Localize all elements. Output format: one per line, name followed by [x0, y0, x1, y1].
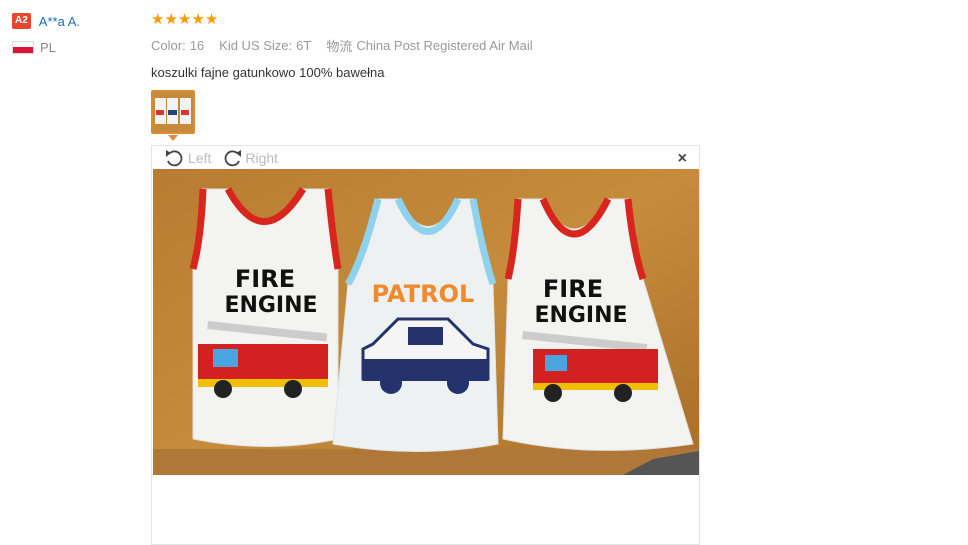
shirt-text: ENGINE [534, 303, 627, 328]
review-photo-thumbnail[interactable] [151, 90, 195, 134]
review-text: koszulki fajne gatunkowo 100% bawełna [151, 65, 385, 80]
review-photo: FIRE ENGINE PATROL FIRE ENGINE [153, 169, 699, 475]
rotate-left-button[interactable]: Left [164, 148, 211, 168]
order-attributes: Color: 16 Kid US Size: 6T 物流 China Post … [151, 36, 533, 55]
viewer-toolbar: Left Right [164, 148, 288, 168]
star-icon: ★ [177, 10, 192, 28]
shirt-text: FIRE [235, 265, 295, 293]
star-rating: ★ ★ ★ ★ ★ [151, 10, 533, 28]
rotate-left-icon [166, 150, 183, 167]
color-label: Color: [151, 38, 186, 53]
shipping-method: China Post Registered Air Mail [356, 38, 533, 53]
shirt-text: FIRE [543, 275, 603, 303]
star-icon: ★ [191, 10, 205, 28]
size-value: 6T [296, 38, 312, 53]
buyer-level-badge: A2 [12, 13, 31, 29]
close-icon[interactable]: × [678, 150, 687, 168]
rotate-left-label: Left [188, 150, 212, 166]
poland-flag-icon [12, 41, 34, 54]
shirt-text: ENGINE [224, 293, 317, 318]
shirt-text: PATROL [372, 280, 475, 308]
review-body: ★ ★ ★ ★ ★ Color: 16 Kid US Size: 6T 物流 C… [151, 10, 533, 81]
star-icon: ★ [151, 10, 165, 28]
color-value: 16 [189, 38, 205, 53]
country-code: PL [40, 40, 56, 55]
reviewer-row: A2 A**a A. [12, 12, 80, 30]
star-icon: ★ [204, 10, 219, 28]
reviewer-name[interactable]: A**a A. [39, 14, 80, 29]
reviewer-country: PL [12, 40, 80, 55]
star-icon: ★ [164, 10, 178, 28]
size-label: Kid US Size: [219, 38, 293, 53]
reviewer-info: A2 A**a A. PL [12, 12, 80, 55]
shipping-label: 物流 [326, 39, 353, 54]
active-thumbnail-indicator [168, 135, 178, 141]
photo-viewer: Left Right × FIRE ENGINE PATROL FIRE ENG… [151, 145, 700, 545]
rotate-right-button[interactable]: Right [221, 148, 278, 168]
shirt-fire-engine-left: FIRE ENGINE [189, 187, 342, 447]
rotate-right-icon [224, 150, 242, 167]
rotate-right-label: Right [245, 150, 279, 166]
